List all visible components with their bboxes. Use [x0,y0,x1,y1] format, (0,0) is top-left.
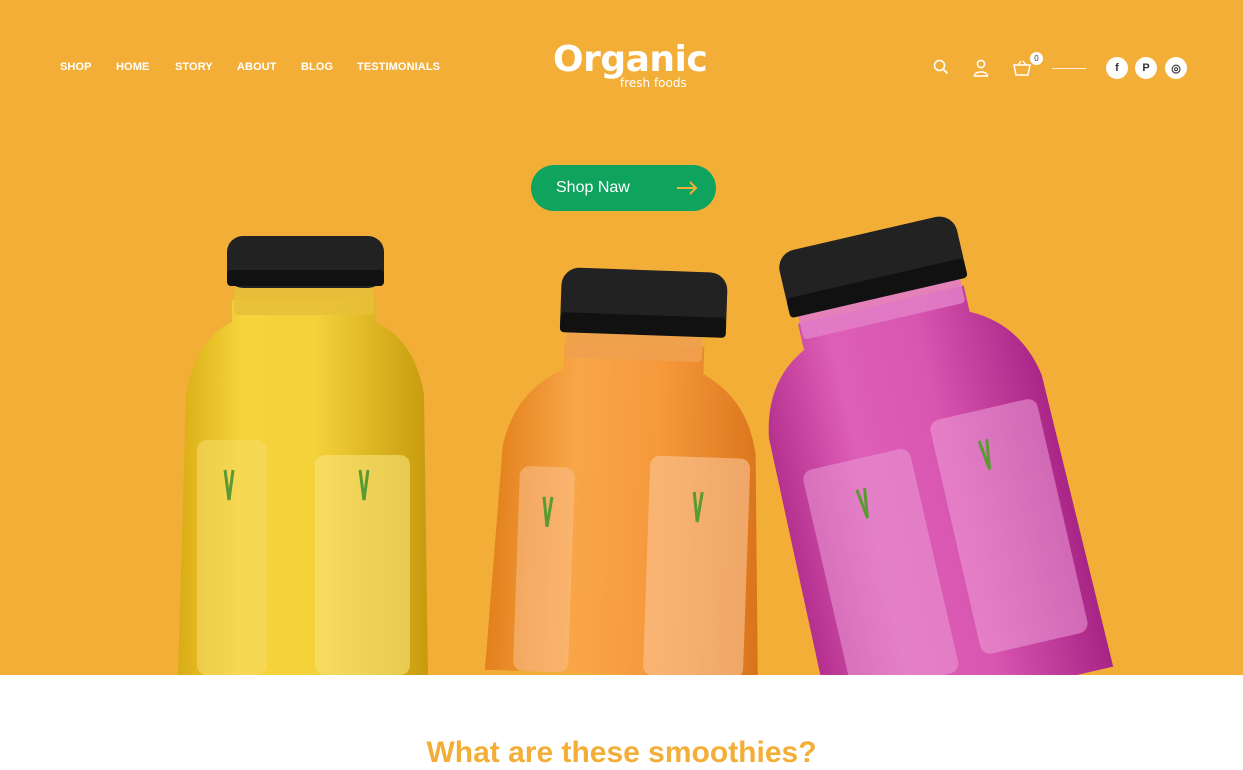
arrow-right-icon [677,181,698,195]
shop-now-label: Shop Naw [556,179,630,196]
bottles-illustration [178,216,1114,675]
nav-testimonials[interactable]: TESTIMONIALS [357,61,440,73]
search-icon[interactable] [930,56,952,78]
logo-subtitle: fresh foods [620,76,687,90]
shop-now-button[interactable]: Shop Naw [531,165,716,211]
yellow-bottle [178,236,428,675]
pinterest-icon[interactable]: P [1135,57,1157,79]
section-title: What are these smoothies? [426,736,817,769]
nav-shop[interactable]: SHOP [60,61,92,73]
hero-section: SHOP HOME STORY ABOUT BLOG TESTIMONIALS … [0,0,1243,675]
divider [1052,68,1086,69]
user-icon[interactable] [970,57,992,79]
nav-home[interactable]: HOME [116,61,149,73]
nav-about[interactable]: ABOUT [237,61,277,73]
nav-blog[interactable]: BLOG [301,61,333,73]
facebook-glyph: f [1115,62,1119,74]
instagram-icon[interactable]: ◎ [1165,57,1187,79]
nav-story[interactable]: STORY [175,61,213,73]
logo-title: Organic [553,39,708,80]
pink-bottle [768,216,1114,675]
instagram-glyph: ◎ [1171,62,1181,75]
orange-bottle [484,267,758,675]
facebook-icon[interactable]: f [1106,57,1128,79]
pinterest-glyph: P [1142,62,1150,74]
brand-logo[interactable]: Organic fresh foods [553,39,708,91]
cart-count-badge: 0 [1030,52,1043,65]
